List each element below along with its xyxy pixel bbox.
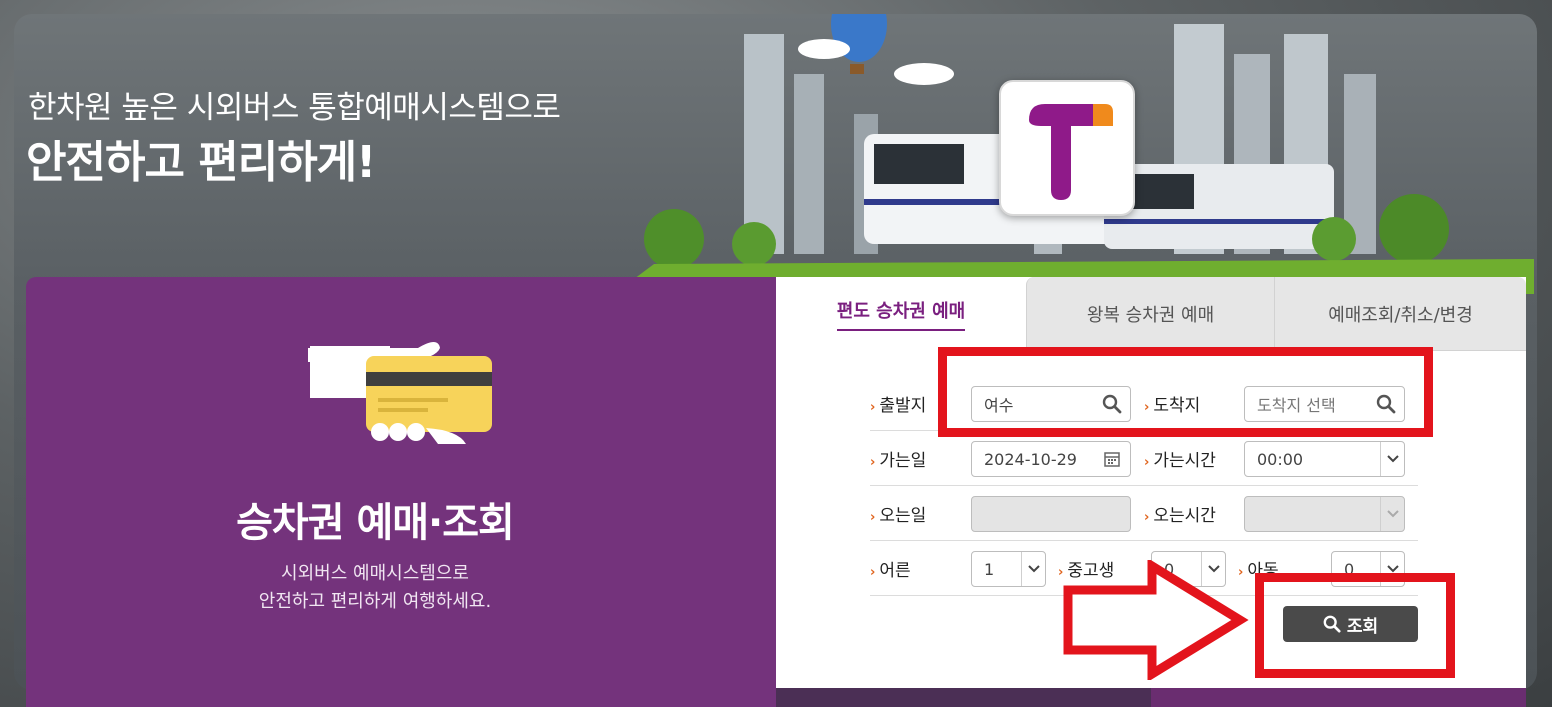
chevron-down-icon[interactable]: [1380, 442, 1404, 476]
return-time-select: [1244, 496, 1405, 532]
go-time-label: › 가는시간: [1144, 451, 1216, 471]
booking-tabs: 편도 승차권 예매 왕복 승차권 예매 예매조회/취소/변경: [776, 277, 1526, 351]
promo-desc-line1: 시외버스 예매시스템으로: [281, 563, 469, 584]
chevron-right-icon: ›: [870, 565, 876, 580]
chevron-down-icon[interactable]: [1021, 552, 1045, 586]
chevron-right-icon: ›: [870, 510, 876, 525]
row-outbound: › 가는일 2024-10-29 › 가는시간 00:00: [870, 432, 1418, 486]
return-date-field: [971, 496, 1131, 532]
promo-desc-line2: 안전하고 편리하게 여행하세요.: [258, 591, 492, 612]
hero-title-line2: 안전하고 편리하게!: [26, 137, 376, 188]
chevron-right-icon: ›: [870, 400, 876, 415]
adult-label: › 어른: [870, 561, 911, 581]
promo-title: 승차권 예매·조회: [236, 500, 515, 546]
tab-lookup-label: 예매조회/취소/변경: [1328, 304, 1473, 326]
annotation-highlight-route: [938, 347, 1433, 437]
go-date-field[interactable]: 2024-10-29: [971, 441, 1131, 477]
go-time-select[interactable]: 00:00: [1244, 441, 1405, 477]
go-date-value: 2024-10-29: [984, 449, 1077, 469]
adult-value: 1: [984, 559, 995, 579]
return-time-label: › 오는시간: [1144, 506, 1216, 526]
annotation-arrow-icon: [1063, 560, 1249, 680]
chevron-right-icon: ›: [1144, 510, 1150, 525]
annotation-highlight-search: [1255, 573, 1455, 678]
tab-round-trip-label: 왕복 승차권 예매: [1086, 304, 1215, 326]
calendar-icon[interactable]: [1102, 449, 1122, 469]
tab-one-way-label: 편도 승차권 예매: [836, 297, 966, 331]
tab-one-way[interactable]: 편도 승차권 예매: [776, 277, 1026, 351]
promo-description: 시외버스 예매시스템으로 안전하고 편리하게 여행하세요.: [0, 560, 750, 616]
chevron-down-icon: [1380, 497, 1404, 531]
adult-select[interactable]: 1: [971, 551, 1046, 587]
tab-reservation-lookup[interactable]: 예매조회/취소/변경: [1274, 277, 1526, 351]
ticket-card-icon: [308, 342, 492, 444]
departure-label: › 출발지: [870, 396, 927, 416]
go-time-value: 00:00: [1257, 449, 1304, 469]
hero-title-line1: 한차원 높은 시외버스 통합예매시스템으로: [28, 90, 561, 126]
tab-round-trip[interactable]: 왕복 승차권 예매: [1026, 277, 1274, 351]
chevron-right-icon: ›: [1144, 455, 1150, 470]
go-date-label: › 가는일: [870, 451, 927, 471]
t-logo: [999, 80, 1135, 216]
row-return: › 오는일 › 오는시간: [870, 487, 1418, 541]
chevron-right-icon: ›: [870, 455, 876, 470]
return-date-label: › 오는일: [870, 506, 927, 526]
